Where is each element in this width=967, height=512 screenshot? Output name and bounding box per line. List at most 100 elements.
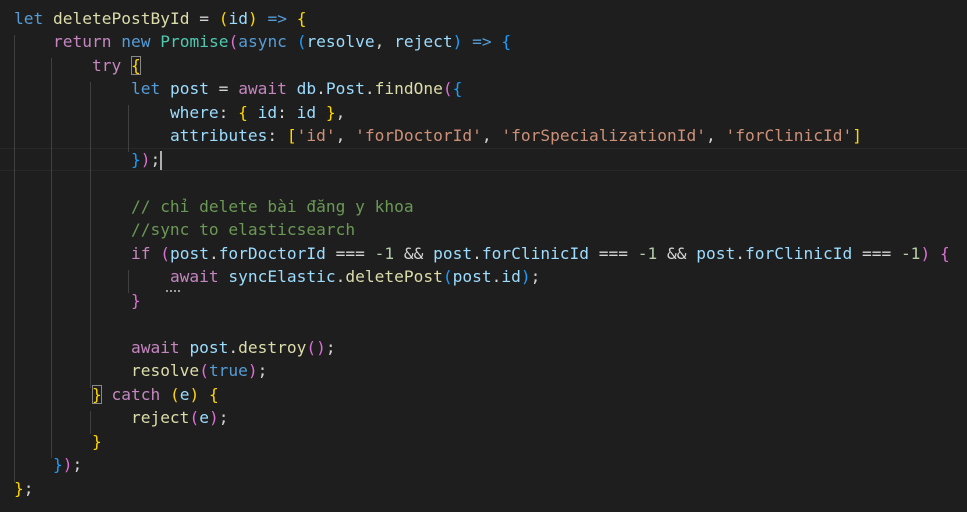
code-line[interactable]: }; — [14, 477, 34, 501]
code-token: ) — [140, 149, 151, 169]
code-token: -1 — [374, 243, 395, 263]
code-token: ) — [247, 361, 258, 380]
code-token: attributes — [169, 126, 268, 145]
code-line[interactable]: if (post.forDoctorId === -1 && post.forC… — [14, 242, 950, 266]
code-line[interactable]: attributes: ['id', 'forDoctorId', 'forSp… — [14, 124, 862, 148]
code-token: , — [335, 102, 346, 122]
code-token: : — [218, 102, 239, 122]
code-token: === — [852, 243, 901, 263]
code-editor[interactable]: let deletePostById = (id) => { return ne… — [0, 0, 967, 512]
code-token: . — [491, 267, 502, 286]
code-token: . — [364, 79, 375, 98]
code-token: findOne — [374, 79, 443, 98]
code-token: . — [316, 79, 326, 98]
code-token: post — [169, 79, 209, 98]
code-token: post — [696, 243, 736, 263]
code-line[interactable]: await post.destroy(); — [14, 336, 336, 360]
code-token: where — [169, 102, 219, 122]
code-token: => — [472, 32, 492, 51]
code-line[interactable]: let deletePostById = (id) => { — [14, 7, 306, 31]
code-token: Promise — [160, 32, 229, 51]
code-token: { — [208, 384, 219, 404]
code-line[interactable]: return new Promise(async (resolve, rejec… — [14, 30, 511, 54]
code-token: resolve — [130, 361, 200, 380]
code-token: await — [130, 337, 180, 357]
code-line[interactable]: reject(e); — [14, 406, 228, 430]
code-line[interactable]: } — [14, 289, 141, 313]
code-line[interactable]: resolve(true); — [14, 359, 267, 383]
code-token: e — [199, 408, 209, 427]
code-token: 'id' — [296, 126, 336, 145]
code-token: . — [228, 337, 239, 357]
code-token: 'forClinicId' — [725, 126, 853, 145]
code-token: id — [501, 267, 521, 286]
code-token: ( — [442, 267, 453, 286]
code-line[interactable]: }); — [14, 453, 82, 477]
code-token: = — [208, 79, 239, 98]
suggestion-dots — [166, 287, 180, 292]
code-token: post — [452, 267, 492, 286]
code-token: async — [238, 32, 287, 51]
code-token: } — [91, 384, 102, 404]
code-line[interactable]: //sync to elasticsearch — [14, 218, 355, 242]
code-token: resolve — [306, 32, 375, 51]
code-token: ( — [442, 79, 453, 98]
code-line[interactable]: let post = await db.Post.findOne({ — [14, 77, 462, 101]
code-token: { — [939, 243, 950, 263]
code-token: id — [228, 8, 248, 28]
code-token: { — [238, 102, 248, 122]
code-token: syncElastic — [228, 267, 336, 286]
code-token: , — [335, 126, 356, 145]
code-token: forClinicId — [481, 243, 590, 263]
code-token: await — [169, 267, 219, 286]
code-token: post — [169, 243, 209, 263]
code-token: && — [657, 243, 697, 263]
code-token: ; — [325, 337, 336, 357]
code-token: ) — [520, 267, 531, 286]
code-token: . — [472, 243, 482, 263]
code-token: } — [130, 290, 141, 310]
code-token: // chỉ delete bài đăng y khoa — [130, 196, 414, 216]
code-line[interactable]: try { — [14, 54, 141, 78]
code-token: ; — [72, 455, 83, 474]
code-line[interactable]: } catch (e) { — [14, 383, 219, 407]
code-token: === — [325, 243, 375, 263]
code-token: && — [394, 243, 434, 263]
code-token: ( — [218, 8, 229, 28]
code-token: id — [296, 102, 317, 122]
code-line[interactable]: await syncElastic.deletePost(post.id); — [14, 265, 540, 289]
code-token: , — [374, 32, 395, 51]
code-token: new — [121, 32, 151, 51]
code-token: destroy — [238, 337, 307, 357]
code-line[interactable]: } — [14, 430, 102, 454]
code-token: await — [238, 79, 287, 98]
code-line[interactable]: where: { id: id }, — [14, 101, 345, 125]
code-token: 'forDoctorId' — [355, 126, 482, 145]
code-line[interactable]: }); — [14, 148, 163, 172]
code-token: . — [335, 267, 346, 286]
code-token: ; — [257, 361, 268, 380]
code-token: : — [267, 126, 287, 145]
code-token: deletePost — [345, 267, 443, 286]
code-token: { — [501, 32, 512, 51]
code-line[interactable]: // chỉ delete bài đăng y khoa — [14, 195, 414, 219]
code-token: ; — [530, 267, 541, 286]
code-token: . — [208, 243, 219, 263]
